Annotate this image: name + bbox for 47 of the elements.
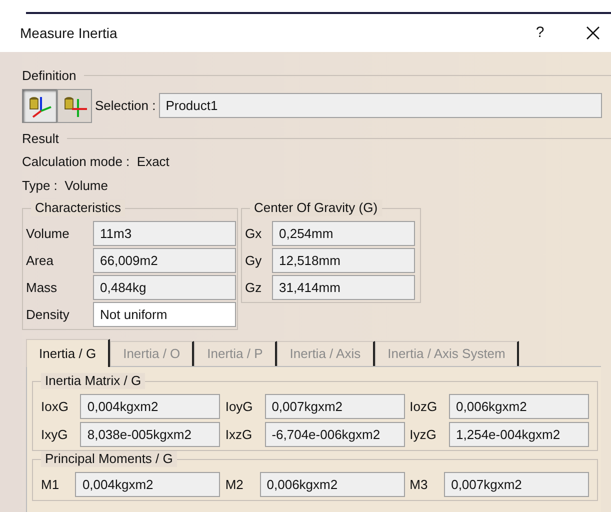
- field-label: Density: [26, 306, 70, 324]
- field-label: IoxG: [41, 398, 70, 416]
- value-field[interactable]: 8,038e-005kgxm2: [80, 422, 220, 447]
- calculation-mode: Calculation mode : Exact: [22, 153, 170, 171]
- value-field[interactable]: 11m3: [93, 221, 236, 246]
- field-label: IxzG: [225, 426, 254, 444]
- value-field[interactable]: Not uniform: [93, 302, 236, 327]
- mode-button[interactable]: [57, 88, 92, 122]
- value-field[interactable]: 0,006kgxm2: [449, 394, 589, 419]
- value-field[interactable]: 0,254mm: [272, 221, 415, 246]
- value-field[interactable]: -6,704e-006kgxm2: [264, 422, 405, 447]
- value-field[interactable]: 0,006kgxm2: [260, 472, 405, 497]
- value-field[interactable]: 31,414mm: [272, 275, 415, 300]
- group-title: Inertia Matrix / G: [41, 373, 146, 389]
- value-field[interactable]: 12,518mm: [272, 248, 415, 273]
- field-label: Gx: [245, 224, 263, 243]
- field-label: M3: [410, 476, 429, 494]
- field-label: M2: [225, 476, 244, 494]
- field-label: Gy: [245, 252, 263, 270]
- value-field[interactable]: 0,007kgxm2: [444, 472, 589, 497]
- field-label: Mass: [26, 278, 58, 297]
- value-field[interactable]: 0,007kgxm2: [264, 394, 405, 419]
- value-field[interactable]: Product1: [158, 93, 602, 118]
- value-field[interactable]: 1,254e-004kgxm2: [449, 422, 589, 447]
- section-title: Result: [22, 130, 59, 148]
- field-label: IozG: [410, 398, 438, 416]
- tab[interactable]: Inertia / G: [26, 339, 110, 367]
- help-button[interactable]: ?: [525, 22, 555, 44]
- field-label: Area: [26, 252, 54, 270]
- field-label: Volume: [26, 224, 70, 243]
- value-field[interactable]: 66,009m2: [93, 248, 236, 273]
- group-title: Principal Moments / G: [41, 451, 177, 467]
- mode-button[interactable]: [22, 88, 57, 122]
- field-label: IoyG: [225, 398, 254, 416]
- value-field[interactable]: 0,004kgxm2: [80, 394, 220, 419]
- group-title: Center Of Gravity (G): [250, 200, 382, 216]
- field-label: Selection :: [95, 96, 156, 115]
- field-label: Gz: [245, 278, 263, 297]
- field-label: IxyG: [41, 426, 69, 444]
- field-label: M1: [41, 476, 60, 494]
- section-title: Definition: [22, 67, 76, 85]
- close-icon: [586, 26, 600, 40]
- type-label: Type : Volume: [22, 176, 109, 195]
- value-field[interactable]: 0,484kg: [93, 275, 236, 300]
- value-field[interactable]: 0,004kgxm2: [75, 472, 220, 497]
- field-label: IyzG: [410, 426, 438, 444]
- window-title: Measure Inertia: [20, 24, 118, 42]
